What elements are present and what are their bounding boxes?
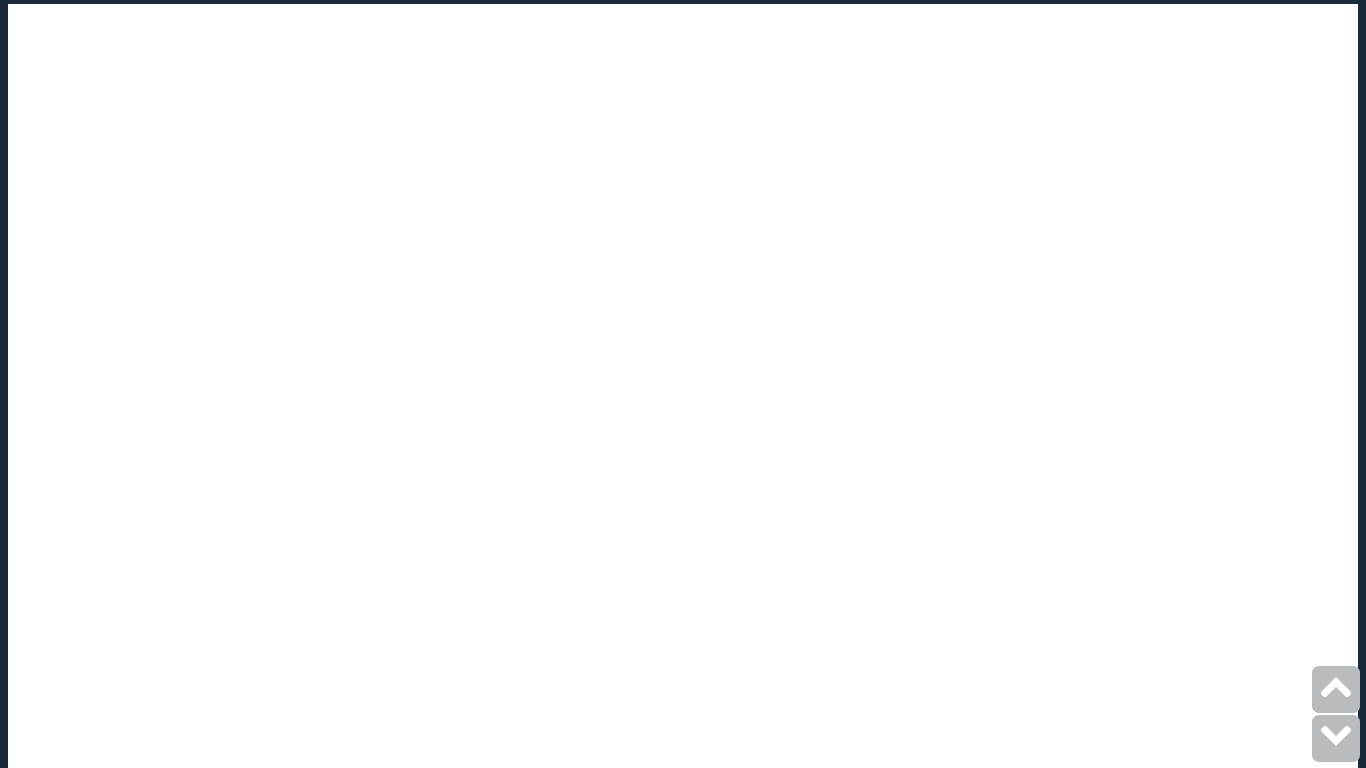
scroll-up-button[interactable]	[1312, 666, 1360, 713]
scroll-down-button[interactable]	[1312, 715, 1360, 762]
page-background	[8, 4, 1358, 768]
chevron-down-icon	[1320, 725, 1352, 751]
page-scroll-buttons	[1312, 666, 1360, 762]
chevron-up-icon	[1320, 677, 1352, 702]
